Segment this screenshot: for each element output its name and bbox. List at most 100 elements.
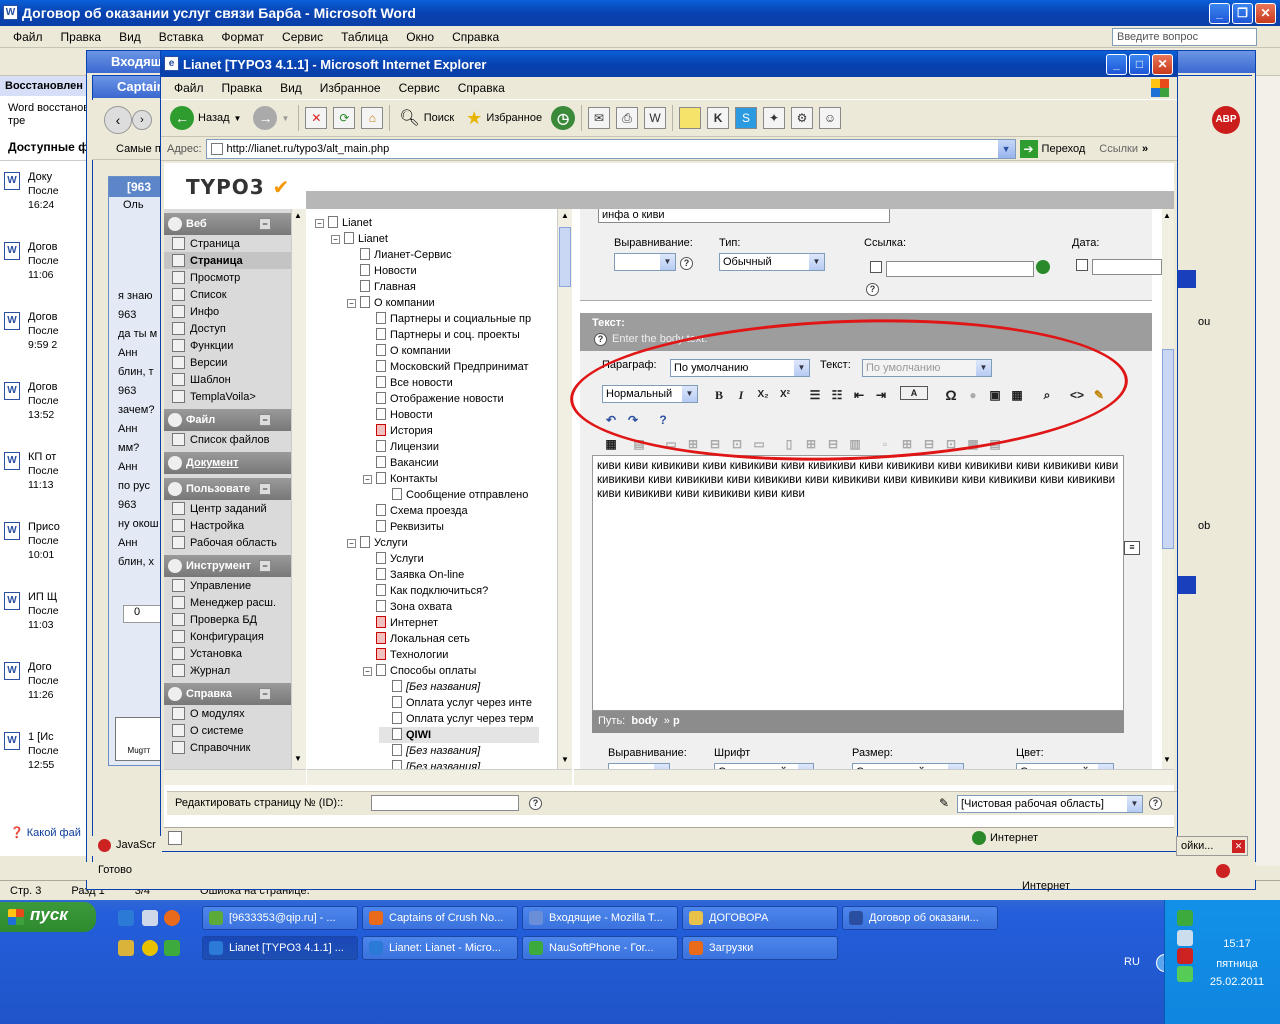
taskbar-button[interactable]: [9633353@qip.ru] - ...	[202, 906, 358, 930]
rich-text-editor[interactable]: киви киви кивикиви киви кивикиви киви ки…	[592, 455, 1124, 711]
tree-node[interactable]: Локальная сеть	[363, 631, 470, 647]
collapse-icon[interactable]: −	[259, 688, 271, 700]
page-tree-hscrollbar[interactable]	[307, 769, 572, 785]
tree-node[interactable]: Партнеры и социальные пр	[363, 311, 531, 327]
page-icon[interactable]	[376, 376, 386, 388]
page-icon[interactable]	[392, 760, 402, 769]
page-icon[interactable]	[376, 312, 386, 324]
ie-menu-tools[interactable]: Сервис	[390, 81, 449, 95]
page-icon[interactable]	[376, 408, 386, 420]
contacts-icon[interactable]: ☺	[819, 107, 842, 129]
word-menu-view[interactable]: Вид	[110, 30, 150, 44]
links-label[interactable]: Ссылки	[1099, 143, 1138, 155]
adblock-icon[interactable]: ABP	[1212, 106, 1240, 134]
chevron-down-icon[interactable]: ▼	[234, 114, 242, 123]
page-icon[interactable]	[376, 360, 386, 372]
scroll-up-icon[interactable]: ▲	[1163, 211, 1171, 220]
tree-node[interactable]: − Lianet	[315, 215, 372, 231]
scroll-down-icon[interactable]: ▼	[561, 755, 569, 764]
page-icon[interactable]	[376, 664, 386, 676]
tree-collapse-icon[interactable]: −	[363, 475, 372, 484]
page-hidden-icon[interactable]	[376, 632, 386, 644]
page-icon[interactable]	[360, 248, 370, 260]
module-group-header[interactable]: Инструмент −	[164, 555, 291, 577]
page-icon[interactable]	[376, 472, 386, 484]
address-input[interactable]: http://lianet.ru/typo3/alt_main.php ▼	[205, 138, 1016, 159]
quicklaunch-firefox-icon[interactable]	[164, 910, 180, 926]
tree-node[interactable]: Все новости	[363, 375, 453, 391]
taskbar-button[interactable]: Загрузки	[682, 936, 838, 960]
page-icon[interactable]	[376, 504, 386, 516]
page-icon[interactable]	[392, 696, 402, 708]
collapse-icon[interactable]: −	[259, 483, 271, 495]
tray-antivirus-icon[interactable]	[1177, 948, 1193, 964]
favorites-button[interactable]: ★ Избранное	[463, 104, 545, 132]
page-icon[interactable]	[392, 488, 402, 500]
content-hscrollbar[interactable]	[574, 769, 1174, 785]
skype-icon[interactable]: S	[735, 107, 758, 129]
module-item[interactable]: Справочник	[164, 739, 291, 756]
quicklaunch-desktop-icon[interactable]	[142, 910, 158, 926]
word-menu-edit[interactable]: Правка	[52, 30, 111, 44]
module-group-header[interactable]: Веб −	[164, 213, 291, 235]
module-item[interactable]: Журнал	[164, 662, 291, 679]
page-icon[interactable]	[328, 216, 338, 228]
header-input[interactable]: инфа о киви	[598, 209, 890, 223]
tree-node[interactable]: − Контакты	[363, 471, 438, 487]
page-icon[interactable]	[344, 232, 354, 244]
restore-button[interactable]: ❐	[1232, 3, 1253, 24]
page-icon[interactable]	[376, 328, 386, 340]
help-icon[interactable]: ?	[529, 797, 542, 810]
mail-icon[interactable]: ✉	[588, 107, 611, 129]
tree-node[interactable]: Сообщение отправлено	[379, 487, 528, 503]
ff-settings-button[interactable]: ойки... ✕	[1176, 836, 1248, 856]
tree-node[interactable]: Московский Предпринимат	[363, 359, 529, 375]
date-checkbox[interactable]	[1076, 259, 1088, 271]
page-hidden-icon[interactable]	[376, 648, 386, 660]
ie-menu-view[interactable]: Вид	[271, 81, 311, 95]
workspace-select[interactable]: [Чистовая рабочая область]	[957, 795, 1143, 813]
page-icon[interactable]	[376, 584, 386, 596]
content-scrollbar[interactable]: ▲ ▼	[1162, 209, 1174, 769]
page-icon[interactable]	[392, 744, 402, 756]
module-item[interactable]: Функции	[164, 337, 291, 354]
page-hidden-icon[interactable]	[376, 616, 386, 628]
tree-node[interactable]: Оплата услуг через инте	[379, 695, 532, 711]
page-icon[interactable]	[376, 520, 386, 532]
tree-collapse-icon[interactable]: −	[331, 235, 340, 244]
scroll-thumb[interactable]	[1162, 349, 1174, 549]
ie-minimize-button[interactable]: _	[1106, 54, 1127, 75]
tree-node[interactable]: [Без названия]	[379, 743, 480, 759]
ie-menu-file[interactable]: Файл	[165, 81, 213, 95]
chevron-down-icon[interactable]: ▼	[281, 114, 289, 123]
align-select[interactable]	[614, 253, 676, 271]
collapse-icon[interactable]: −	[259, 560, 271, 572]
messenger-icon[interactable]: ✦	[763, 107, 786, 129]
tray-network-icon[interactable]	[1177, 930, 1193, 946]
module-item[interactable]: Инфо	[164, 303, 291, 320]
tree-node[interactable]: История	[363, 423, 433, 439]
module-group-header[interactable]: Документ	[164, 452, 291, 474]
taskbar-button[interactable]: ДОГОВОРА	[682, 906, 838, 930]
module-group-header[interactable]: Файл −	[164, 409, 291, 431]
tree-node[interactable]: Зона охвата	[363, 599, 452, 615]
table-insert-icon[interactable]: ▦	[602, 435, 620, 453]
tree-node[interactable]: − О компании	[347, 295, 435, 311]
globe-icon[interactable]	[1036, 260, 1050, 274]
word-menu-help[interactable]: Справка	[443, 30, 508, 44]
print-icon[interactable]: ⎙	[616, 107, 639, 129]
close-icon[interactable]: ✕	[1232, 840, 1245, 853]
module-item[interactable]: Шаблон	[164, 371, 291, 388]
quicklaunch-chrome-icon[interactable]	[142, 940, 158, 956]
module-item[interactable]: Настройка	[164, 517, 291, 534]
module-group-header[interactable]: Справка −	[164, 683, 291, 705]
quicklaunch-ie-icon[interactable]	[118, 910, 134, 926]
collapse-icon[interactable]: −	[259, 414, 271, 426]
module-group-header[interactable]: Пользовате −	[164, 478, 291, 500]
word-menu-format[interactable]: Формат	[212, 30, 273, 44]
module-item[interactable]: Страница	[164, 235, 291, 252]
word-menu-tools[interactable]: Сервис	[273, 30, 332, 44]
module-menu-hscrollbar[interactable]	[164, 769, 306, 785]
word-edit-icon[interactable]: W	[644, 107, 667, 129]
k-icon[interactable]: K	[707, 107, 730, 129]
